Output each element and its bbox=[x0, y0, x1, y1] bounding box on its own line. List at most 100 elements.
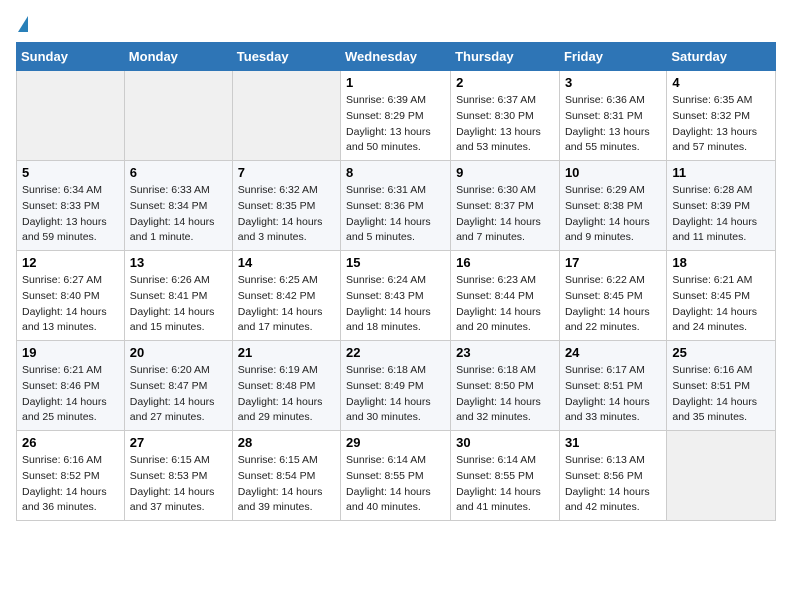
day-number: 21 bbox=[238, 345, 335, 360]
calendar-day-cell: 7 Sunrise: 6:32 AMSunset: 8:35 PMDaylight… bbox=[232, 161, 340, 251]
day-info: Sunrise: 6:27 AMSunset: 8:40 PMDaylight:… bbox=[22, 273, 119, 336]
calendar-day-cell: 28 Sunrise: 6:15 AMSunset: 8:54 PMDayligh… bbox=[232, 431, 340, 521]
day-info: Sunrise: 6:28 AMSunset: 8:39 PMDaylight:… bbox=[672, 183, 770, 246]
day-info: Sunrise: 6:21 AMSunset: 8:45 PMDaylight:… bbox=[672, 273, 770, 336]
day-number: 12 bbox=[22, 255, 119, 270]
day-info: Sunrise: 6:16 AMSunset: 8:52 PMDaylight:… bbox=[22, 453, 119, 516]
day-info: Sunrise: 6:22 AMSunset: 8:45 PMDaylight:… bbox=[565, 273, 661, 336]
day-number: 23 bbox=[456, 345, 554, 360]
calendar-day-cell: 1 Sunrise: 6:39 AMSunset: 8:29 PMDaylight… bbox=[341, 71, 451, 161]
calendar-day-cell: 16 Sunrise: 6:23 AMSunset: 8:44 PMDayligh… bbox=[451, 251, 560, 341]
day-info: Sunrise: 6:14 AMSunset: 8:55 PMDaylight:… bbox=[456, 453, 554, 516]
calendar-day-cell: 3 Sunrise: 6:36 AMSunset: 8:31 PMDaylight… bbox=[559, 71, 666, 161]
day-number: 14 bbox=[238, 255, 335, 270]
weekday-header-thursday: Thursday bbox=[451, 43, 560, 71]
day-info: Sunrise: 6:35 AMSunset: 8:32 PMDaylight:… bbox=[672, 93, 770, 156]
weekday-header-wednesday: Wednesday bbox=[341, 43, 451, 71]
day-number: 8 bbox=[346, 165, 445, 180]
day-info: Sunrise: 6:15 AMSunset: 8:53 PMDaylight:… bbox=[130, 453, 227, 516]
day-number: 5 bbox=[22, 165, 119, 180]
day-number: 1 bbox=[346, 75, 445, 90]
calendar-day-cell: 13 Sunrise: 6:26 AMSunset: 8:41 PMDayligh… bbox=[124, 251, 232, 341]
day-number: 31 bbox=[565, 435, 661, 450]
calendar-day-cell bbox=[232, 71, 340, 161]
calendar-day-cell: 24 Sunrise: 6:17 AMSunset: 8:51 PMDayligh… bbox=[559, 341, 666, 431]
calendar-day-cell: 15 Sunrise: 6:24 AMSunset: 8:43 PMDayligh… bbox=[341, 251, 451, 341]
calendar-day-cell: 21 Sunrise: 6:19 AMSunset: 8:48 PMDayligh… bbox=[232, 341, 340, 431]
calendar-day-cell bbox=[667, 431, 776, 521]
day-info: Sunrise: 6:33 AMSunset: 8:34 PMDaylight:… bbox=[130, 183, 227, 246]
day-number: 4 bbox=[672, 75, 770, 90]
calendar-week-row: 12 Sunrise: 6:27 AMSunset: 8:40 PMDayligh… bbox=[17, 251, 776, 341]
logo bbox=[16, 16, 28, 32]
day-info: Sunrise: 6:20 AMSunset: 8:47 PMDaylight:… bbox=[130, 363, 227, 426]
day-info: Sunrise: 6:16 AMSunset: 8:51 PMDaylight:… bbox=[672, 363, 770, 426]
calendar-day-cell: 8 Sunrise: 6:31 AMSunset: 8:36 PMDaylight… bbox=[341, 161, 451, 251]
calendar-day-cell: 10Sunrise: 6:29 AMSunset: 8:38 PMDayligh… bbox=[559, 161, 666, 251]
day-number: 24 bbox=[565, 345, 661, 360]
weekday-header-sunday: Sunday bbox=[17, 43, 125, 71]
day-number: 3 bbox=[565, 75, 661, 90]
weekday-header-row: SundayMondayTuesdayWednesdayThursdayFrid… bbox=[17, 43, 776, 71]
calendar-day-cell bbox=[17, 71, 125, 161]
day-number: 29 bbox=[346, 435, 445, 450]
day-info: Sunrise: 6:39 AMSunset: 8:29 PMDaylight:… bbox=[346, 93, 445, 156]
day-number: 16 bbox=[456, 255, 554, 270]
calendar-week-row: 5 Sunrise: 6:34 AMSunset: 8:33 PMDaylight… bbox=[17, 161, 776, 251]
day-info: Sunrise: 6:37 AMSunset: 8:30 PMDaylight:… bbox=[456, 93, 554, 156]
day-number: 20 bbox=[130, 345, 227, 360]
day-number: 13 bbox=[130, 255, 227, 270]
day-info: Sunrise: 6:34 AMSunset: 8:33 PMDaylight:… bbox=[22, 183, 119, 246]
weekday-header-monday: Monday bbox=[124, 43, 232, 71]
logo-triangle-icon bbox=[18, 16, 28, 32]
calendar-day-cell: 26 Sunrise: 6:16 AMSunset: 8:52 PMDayligh… bbox=[17, 431, 125, 521]
day-number: 26 bbox=[22, 435, 119, 450]
day-info: Sunrise: 6:18 AMSunset: 8:49 PMDaylight:… bbox=[346, 363, 445, 426]
day-number: 18 bbox=[672, 255, 770, 270]
day-info: Sunrise: 6:23 AMSunset: 8:44 PMDaylight:… bbox=[456, 273, 554, 336]
day-info: Sunrise: 6:26 AMSunset: 8:41 PMDaylight:… bbox=[130, 273, 227, 336]
calendar-day-cell bbox=[124, 71, 232, 161]
day-number: 28 bbox=[238, 435, 335, 450]
day-number: 2 bbox=[456, 75, 554, 90]
calendar-day-cell: 19 Sunrise: 6:21 AMSunset: 8:46 PMDayligh… bbox=[17, 341, 125, 431]
day-info: Sunrise: 6:15 AMSunset: 8:54 PMDaylight:… bbox=[238, 453, 335, 516]
calendar-day-cell: 27 Sunrise: 6:15 AMSunset: 8:53 PMDayligh… bbox=[124, 431, 232, 521]
calendar-day-cell: 20 Sunrise: 6:20 AMSunset: 8:47 PMDayligh… bbox=[124, 341, 232, 431]
weekday-header-tuesday: Tuesday bbox=[232, 43, 340, 71]
calendar-day-cell: 31 Sunrise: 6:13 AMSunset: 8:56 PMDayligh… bbox=[559, 431, 666, 521]
day-info: Sunrise: 6:19 AMSunset: 8:48 PMDaylight:… bbox=[238, 363, 335, 426]
day-info: Sunrise: 6:17 AMSunset: 8:51 PMDaylight:… bbox=[565, 363, 661, 426]
day-info: Sunrise: 6:36 AMSunset: 8:31 PMDaylight:… bbox=[565, 93, 661, 156]
day-info: Sunrise: 6:32 AMSunset: 8:35 PMDaylight:… bbox=[238, 183, 335, 246]
day-info: Sunrise: 6:21 AMSunset: 8:46 PMDaylight:… bbox=[22, 363, 119, 426]
day-info: Sunrise: 6:24 AMSunset: 8:43 PMDaylight:… bbox=[346, 273, 445, 336]
day-number: 6 bbox=[130, 165, 227, 180]
day-number: 15 bbox=[346, 255, 445, 270]
calendar-week-row: 1 Sunrise: 6:39 AMSunset: 8:29 PMDaylight… bbox=[17, 71, 776, 161]
day-info: Sunrise: 6:14 AMSunset: 8:55 PMDaylight:… bbox=[346, 453, 445, 516]
calendar-day-cell: 12 Sunrise: 6:27 AMSunset: 8:40 PMDayligh… bbox=[17, 251, 125, 341]
calendar-day-cell: 17 Sunrise: 6:22 AMSunset: 8:45 PMDayligh… bbox=[559, 251, 666, 341]
weekday-header-friday: Friday bbox=[559, 43, 666, 71]
day-number: 7 bbox=[238, 165, 335, 180]
weekday-header-saturday: Saturday bbox=[667, 43, 776, 71]
calendar-week-row: 19 Sunrise: 6:21 AMSunset: 8:46 PMDayligh… bbox=[17, 341, 776, 431]
calendar-table: SundayMondayTuesdayWednesdayThursdayFrid… bbox=[16, 42, 776, 521]
calendar-day-cell: 25Sunrise: 6:16 AMSunset: 8:51 PMDayligh… bbox=[667, 341, 776, 431]
calendar-day-cell: 18 Sunrise: 6:21 AMSunset: 8:45 PMDayligh… bbox=[667, 251, 776, 341]
day-info: Sunrise: 6:25 AMSunset: 8:42 PMDaylight:… bbox=[238, 273, 335, 336]
day-info: Sunrise: 6:30 AMSunset: 8:37 PMDaylight:… bbox=[456, 183, 554, 246]
day-info: Sunrise: 6:13 AMSunset: 8:56 PMDaylight:… bbox=[565, 453, 661, 516]
day-info: Sunrise: 6:31 AMSunset: 8:36 PMDaylight:… bbox=[346, 183, 445, 246]
calendar-day-cell: 23Sunrise: 6:18 AMSunset: 8:50 PMDayligh… bbox=[451, 341, 560, 431]
day-number: 19 bbox=[22, 345, 119, 360]
calendar-day-cell: 9 Sunrise: 6:30 AMSunset: 8:37 PMDaylight… bbox=[451, 161, 560, 251]
day-number: 27 bbox=[130, 435, 227, 450]
calendar-day-cell: 14 Sunrise: 6:25 AMSunset: 8:42 PMDayligh… bbox=[232, 251, 340, 341]
day-number: 22 bbox=[346, 345, 445, 360]
day-number: 17 bbox=[565, 255, 661, 270]
day-number: 9 bbox=[456, 165, 554, 180]
page-header bbox=[16, 16, 776, 32]
calendar-day-cell: 30Sunrise: 6:14 AMSunset: 8:55 PMDayligh… bbox=[451, 431, 560, 521]
